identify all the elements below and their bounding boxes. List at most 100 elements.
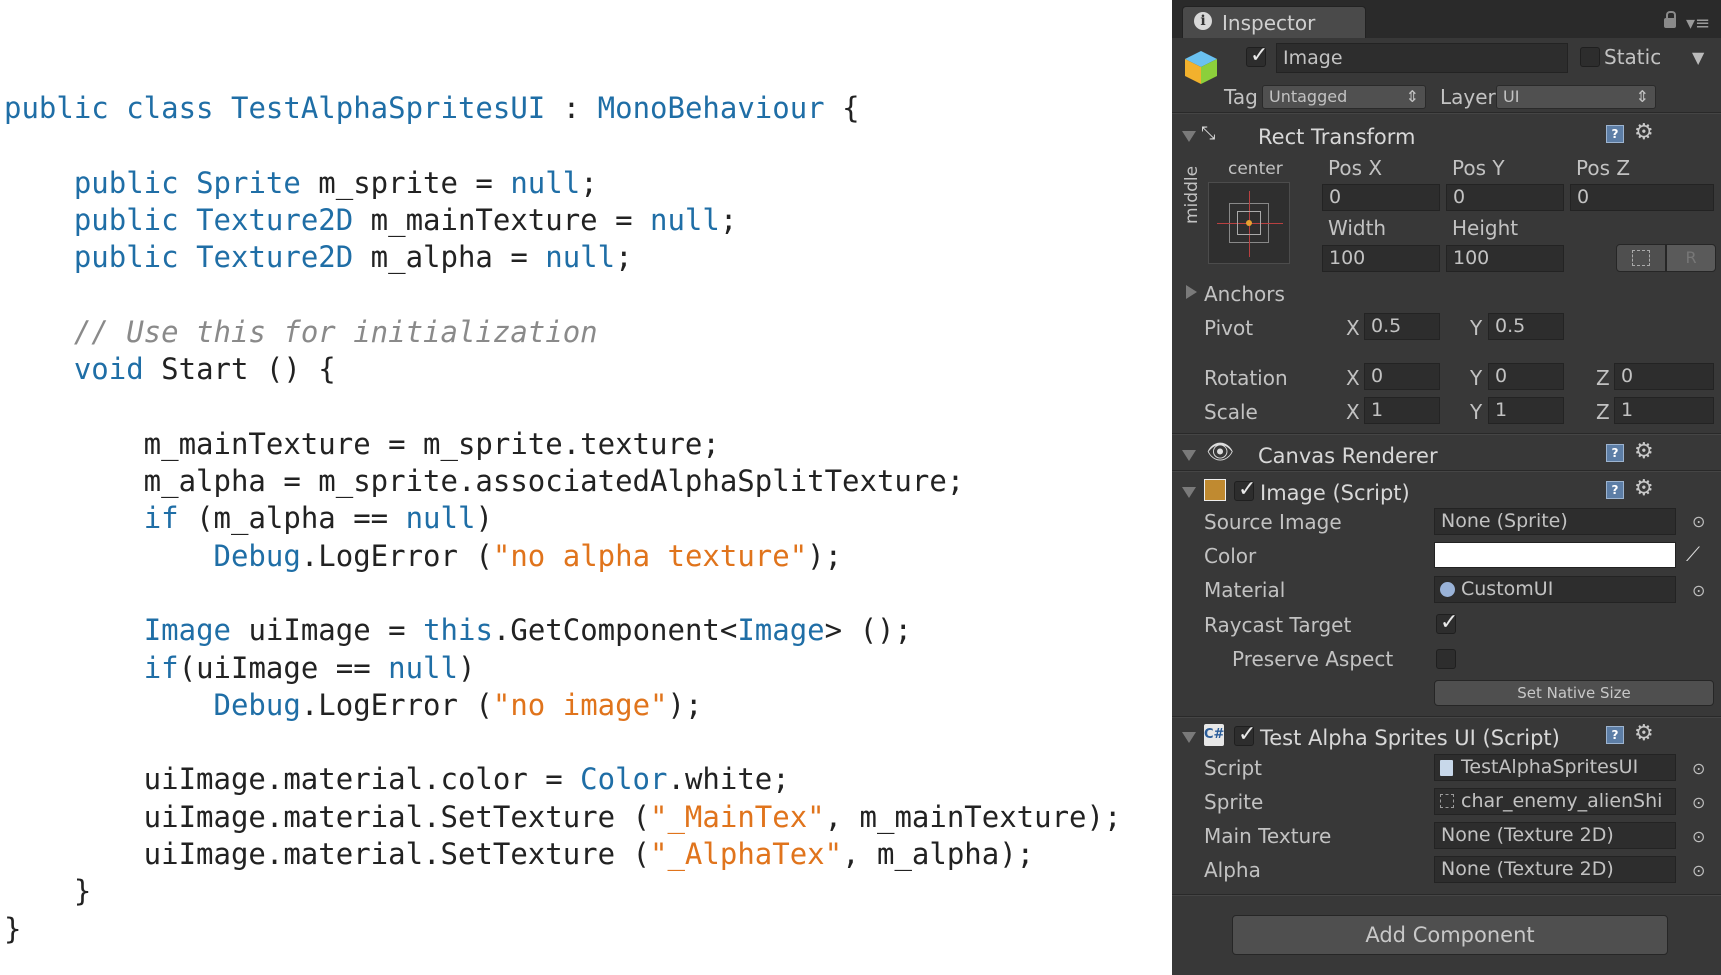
scale-x-field[interactable]: 1: [1364, 397, 1440, 424]
code-token: null: [388, 650, 458, 685]
code-token: // Use this for initialization: [73, 314, 598, 349]
code-token: Debug: [213, 538, 301, 573]
inspector-panel: i Inspector ▾≡ ✓ Image Static ▼ Tag Unta…: [1172, 0, 1721, 975]
code-token: Color: [580, 762, 668, 797]
layer-value: UI: [1503, 87, 1520, 106]
canvas-renderer-foldout-icon[interactable]: [1182, 450, 1196, 461]
image-script-foldout-icon[interactable]: [1182, 487, 1196, 498]
rotation-x-field[interactable]: 0: [1364, 363, 1440, 390]
anchors-label[interactable]: Anchors: [1204, 282, 1285, 306]
raycast-target-label: Raycast Target: [1204, 613, 1352, 637]
tag-dropdown[interactable]: Untagged ⇕: [1262, 85, 1426, 109]
code-token: public: [73, 165, 197, 200]
object-picker-icon[interactable]: ⊙: [1692, 514, 1705, 530]
test-script-enabled-checkbox[interactable]: ✓: [1234, 722, 1256, 747]
set-native-size-button[interactable]: Set Native Size: [1434, 680, 1714, 706]
scale-y-label: Y: [1470, 400, 1483, 424]
static-checkbox[interactable]: [1580, 47, 1600, 67]
scale-z-field[interactable]: 1: [1614, 397, 1714, 424]
pivot-y-label: Y: [1470, 316, 1483, 340]
script-value: TestAlphaSpritesUI: [1461, 756, 1639, 778]
help-icon[interactable]: ?: [1606, 444, 1624, 462]
width-label: Width: [1328, 216, 1387, 240]
object-picker-icon[interactable]: ⊙: [1692, 583, 1705, 599]
raw-edit-button[interactable]: R: [1666, 244, 1716, 272]
dropdown-arrows-icon: ⇕: [1635, 87, 1649, 106]
rotation-z-field[interactable]: 0: [1614, 363, 1714, 390]
object-picker-icon[interactable]: ⊙: [1692, 829, 1705, 845]
alpha-field[interactable]: None (Texture 2D): [1434, 856, 1676, 883]
object-picker-icon[interactable]: ⊙: [1692, 761, 1705, 777]
code-token: null: [545, 240, 616, 275]
blueprint-mode-button[interactable]: [1616, 244, 1666, 272]
test-script-foldout-icon[interactable]: [1182, 732, 1196, 743]
cs-script-icon: C#: [1204, 724, 1224, 746]
anchors-foldout-icon[interactable]: [1186, 285, 1197, 299]
object-picker-icon[interactable]: ⊙: [1692, 795, 1705, 811]
code-line: Debug.LogError ("no alpha texture");: [4, 538, 843, 575]
code-line: public Sprite m_sprite = null;: [4, 165, 598, 202]
width-field[interactable]: 100: [1322, 245, 1440, 272]
raycast-target-checkbox[interactable]: ✓: [1436, 610, 1458, 635]
code-token: Sprite: [196, 165, 301, 200]
code-token: "no alpha texture": [492, 538, 808, 573]
gear-icon[interactable]: ⚙: [1634, 122, 1654, 144]
main-texture-field[interactable]: None (Texture 2D): [1434, 822, 1676, 849]
active-checkbox[interactable]: ✓: [1246, 43, 1268, 68]
help-icon[interactable]: ?: [1606, 125, 1624, 143]
code-editor[interactable]: public class TestAlphaSpritesUI : MonoBe…: [0, 0, 1172, 975]
code-token: m_mainTexture = m_sprite.texture;: [4, 426, 720, 461]
anchor-preset-button[interactable]: [1208, 182, 1290, 264]
height-field[interactable]: 100: [1446, 245, 1564, 272]
code-line: public Texture2D m_mainTexture = null;: [4, 202, 737, 239]
code-line: public Texture2D m_alpha = null;: [4, 239, 633, 276]
source-image-field[interactable]: None (Sprite): [1434, 508, 1676, 535]
pivot-x-field[interactable]: 0.5: [1364, 313, 1440, 340]
gameobject-name-input[interactable]: Image: [1276, 43, 1568, 73]
code-token: m_alpha =: [353, 240, 546, 275]
code-token: public: [73, 240, 197, 275]
tag-value: Untagged: [1269, 87, 1348, 106]
code-token: (uiImage ==: [178, 650, 389, 685]
image-script-enabled-checkbox[interactable]: ✓: [1234, 477, 1256, 502]
code-token: m_sprite =: [300, 165, 511, 200]
rect-transform-foldout-icon[interactable]: [1182, 131, 1196, 142]
add-component-button[interactable]: Add Component: [1232, 915, 1668, 955]
pivot-y-field[interactable]: 0.5: [1488, 313, 1564, 340]
object-picker-icon[interactable]: ⊙: [1692, 863, 1705, 879]
pos-z-field[interactable]: 0: [1570, 184, 1714, 211]
rotation-z-label: Z: [1596, 366, 1610, 390]
code-token: this: [423, 613, 493, 648]
material-label: Material: [1204, 578, 1286, 602]
scale-y-field[interactable]: 1: [1488, 397, 1564, 424]
code-token: {: [824, 91, 860, 125]
color-swatch[interactable]: [1434, 542, 1676, 568]
code-token: MonoBehaviour: [597, 91, 825, 125]
preserve-aspect-checkbox[interactable]: [1436, 649, 1456, 669]
script-field[interactable]: TestAlphaSpritesUI: [1434, 754, 1676, 781]
gear-icon[interactable]: ⚙: [1634, 723, 1654, 745]
eyedropper-icon[interactable]: ⟋: [1686, 542, 1700, 566]
code-token: Image: [737, 613, 825, 648]
code-token: "_MainTex": [650, 799, 825, 834]
code-token: void: [73, 352, 144, 387]
help-icon[interactable]: ?: [1606, 481, 1624, 499]
layer-dropdown[interactable]: UI ⇕: [1496, 85, 1656, 109]
panel-menu-icon[interactable]: ▾≡: [1686, 12, 1710, 36]
rotation-label: Rotation: [1204, 366, 1288, 390]
image-component-icon: [1204, 479, 1226, 501]
code-line: uiImage.material.color = Color.white;: [4, 761, 790, 798]
static-dropdown-arrow-icon[interactable]: ▼: [1692, 46, 1704, 70]
gear-icon[interactable]: ⚙: [1634, 441, 1654, 463]
material-field[interactable]: CustomUI: [1434, 576, 1676, 603]
rect-transform-title: Rect Transform: [1258, 125, 1416, 149]
pos-x-field[interactable]: 0: [1322, 184, 1440, 211]
anchor-vertical-label: middle: [1182, 165, 1202, 224]
rotation-y-field[interactable]: 0: [1488, 363, 1564, 390]
sprite-field[interactable]: char_enemy_alienShi: [1434, 788, 1676, 815]
pos-y-field[interactable]: 0: [1446, 184, 1564, 211]
help-icon[interactable]: ?: [1606, 726, 1624, 744]
gear-icon[interactable]: ⚙: [1634, 478, 1654, 500]
